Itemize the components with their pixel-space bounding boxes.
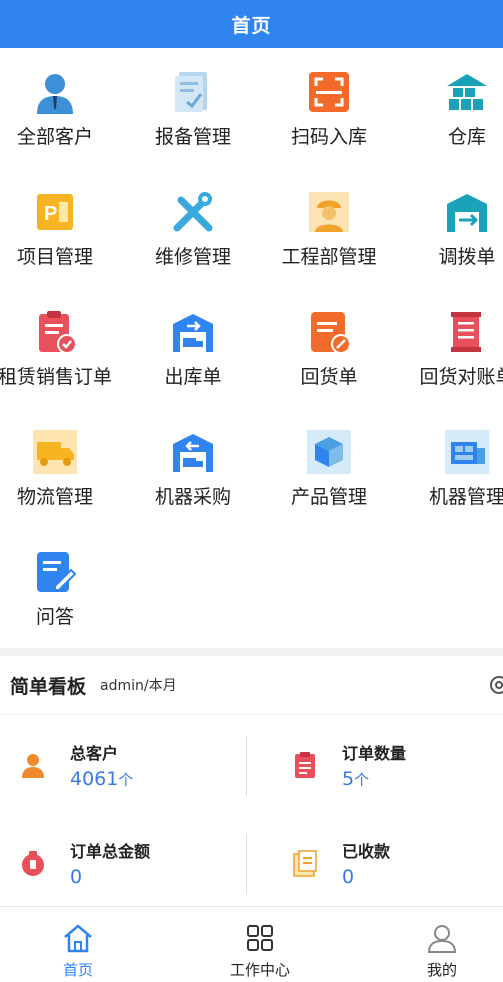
grid-item-lease-orders[interactable]: 租赁销售订单 — [0, 288, 118, 398]
grid-label: 维修管理 — [154, 246, 231, 268]
customer-icon — [22, 754, 44, 778]
reconciliation-icon — [451, 312, 481, 352]
machine-icon — [445, 430, 489, 474]
transfer-icon — [447, 194, 487, 232]
grid-item-machine-purchase[interactable]: 机器采购 — [130, 408, 256, 518]
qa-icon — [37, 552, 77, 592]
grid-item-reconciliation[interactable]: 回货对账单 — [404, 288, 503, 398]
lease-order-icon — [39, 311, 77, 354]
grid-item-report[interactable]: 报备管理 — [130, 48, 256, 158]
stat-value: 4061个 — [70, 768, 134, 790]
scan-icon — [309, 72, 349, 112]
return-icon — [311, 312, 351, 354]
dashboard-title: 简单看板 — [10, 675, 87, 698]
stat-order-count[interactable]: 订单数量 5个 — [272, 728, 502, 808]
grid-item-machines[interactable]: 机器管理 — [404, 408, 503, 518]
grid-label: 出库单 — [164, 366, 222, 388]
top-header: 首页 — [0, 0, 503, 48]
stat-label: 已收款 — [342, 842, 391, 861]
stat-label: 订单数量 — [342, 744, 407, 763]
stat-order-amount[interactable]: 订单总金额 0 — [0, 826, 230, 906]
stat-label: 总客户 — [70, 744, 119, 763]
divider — [246, 834, 247, 894]
tools-icon — [173, 192, 213, 232]
stat-received[interactable]: 已收款 0 — [272, 826, 502, 906]
user-icon — [427, 925, 457, 953]
grid-label: 产品管理 — [290, 486, 367, 508]
truck-icon — [33, 430, 77, 474]
grid-label: 工程部管理 — [281, 246, 377, 268]
function-grid: 全部客户 报备管理 扫码入库 仓库 P 项目管理 维修管理 工程部管理 调拨单 … — [0, 48, 503, 648]
grid-icon — [247, 925, 273, 951]
order-count-icon — [295, 752, 315, 778]
dashboard-header: 简单看板 admin/本月 — [0, 656, 503, 715]
purchase-icon — [173, 434, 213, 472]
divider — [246, 736, 247, 796]
svg-text:P: P — [44, 203, 57, 225]
dashboard-subtitle: admin/本月 — [100, 678, 177, 694]
page-title: 首页 — [231, 14, 272, 37]
tab-label: 工作中心 — [229, 961, 290, 979]
gear-icon[interactable] — [487, 673, 503, 697]
grid-item-engineering[interactable]: 工程部管理 — [266, 168, 392, 278]
tab-work-center[interactable]: 工作中心 — [200, 907, 320, 982]
grid-label: 机器采购 — [154, 486, 231, 508]
tab-label: 我的 — [426, 961, 457, 979]
report-icon — [175, 72, 207, 112]
received-icon — [293, 850, 317, 877]
person-icon — [37, 74, 73, 114]
grid-item-return[interactable]: 回货单 — [266, 288, 392, 398]
stat-label: 订单总金额 — [70, 842, 151, 861]
grid-label: 仓库 — [447, 126, 486, 148]
grid-item-projects[interactable]: P 项目管理 — [0, 168, 118, 278]
outbound-icon — [173, 314, 213, 352]
grid-item-scan-inbound[interactable]: 扫码入库 — [266, 48, 392, 158]
bottom-tab-bar: 首页 工作中心 我的 — [0, 906, 503, 982]
stat-total-customers[interactable]: 总客户 4061个 — [0, 728, 230, 808]
grid-label: 问答 — [35, 606, 74, 628]
grid-item-warehouse[interactable]: 仓库 — [404, 48, 503, 158]
grid-label: 物流管理 — [16, 486, 93, 508]
grid-label: 扫码入库 — [290, 126, 367, 148]
project-icon: P — [37, 194, 73, 230]
stat-value: 5个 — [342, 768, 370, 790]
tab-label: 首页 — [62, 961, 93, 979]
tab-mine[interactable]: 我的 — [382, 907, 502, 982]
stat-value: 0 — [342, 866, 355, 888]
tab-home[interactable]: 首页 — [18, 907, 138, 982]
warehouse-icon — [447, 74, 487, 110]
dashboard-panel: 简单看板 admin/本月 总客户 4061个 订单数量 5个 订单总金额 0 … — [0, 656, 503, 906]
grid-label: 全部客户 — [16, 126, 93, 148]
grid-item-all-customers[interactable]: 全部客户 — [0, 48, 118, 158]
grid-label: 回货对账单 — [419, 366, 503, 388]
grid-item-products[interactable]: 产品管理 — [266, 408, 392, 518]
grid-item-transfer[interactable]: 调拨单 — [404, 168, 503, 278]
stat-value: 0 — [70, 866, 83, 888]
grid-item-qa[interactable]: 问答 — [0, 528, 118, 638]
home-icon — [64, 924, 92, 953]
product-icon — [307, 430, 351, 474]
grid-item-logistics[interactable]: 物流管理 — [0, 408, 118, 518]
engineer-icon — [309, 192, 349, 232]
grid-label: 机器管理 — [428, 486, 503, 508]
grid-label: 项目管理 — [16, 246, 93, 268]
money-bag-icon — [22, 851, 44, 876]
grid-label: 回货单 — [300, 366, 358, 388]
grid-item-outbound[interactable]: 出库单 — [130, 288, 256, 398]
grid-label: 调拨单 — [438, 246, 496, 268]
grid-label: 报备管理 — [154, 126, 231, 148]
grid-item-repair[interactable]: 维修管理 — [130, 168, 256, 278]
grid-label: 租赁销售订单 — [0, 366, 112, 388]
